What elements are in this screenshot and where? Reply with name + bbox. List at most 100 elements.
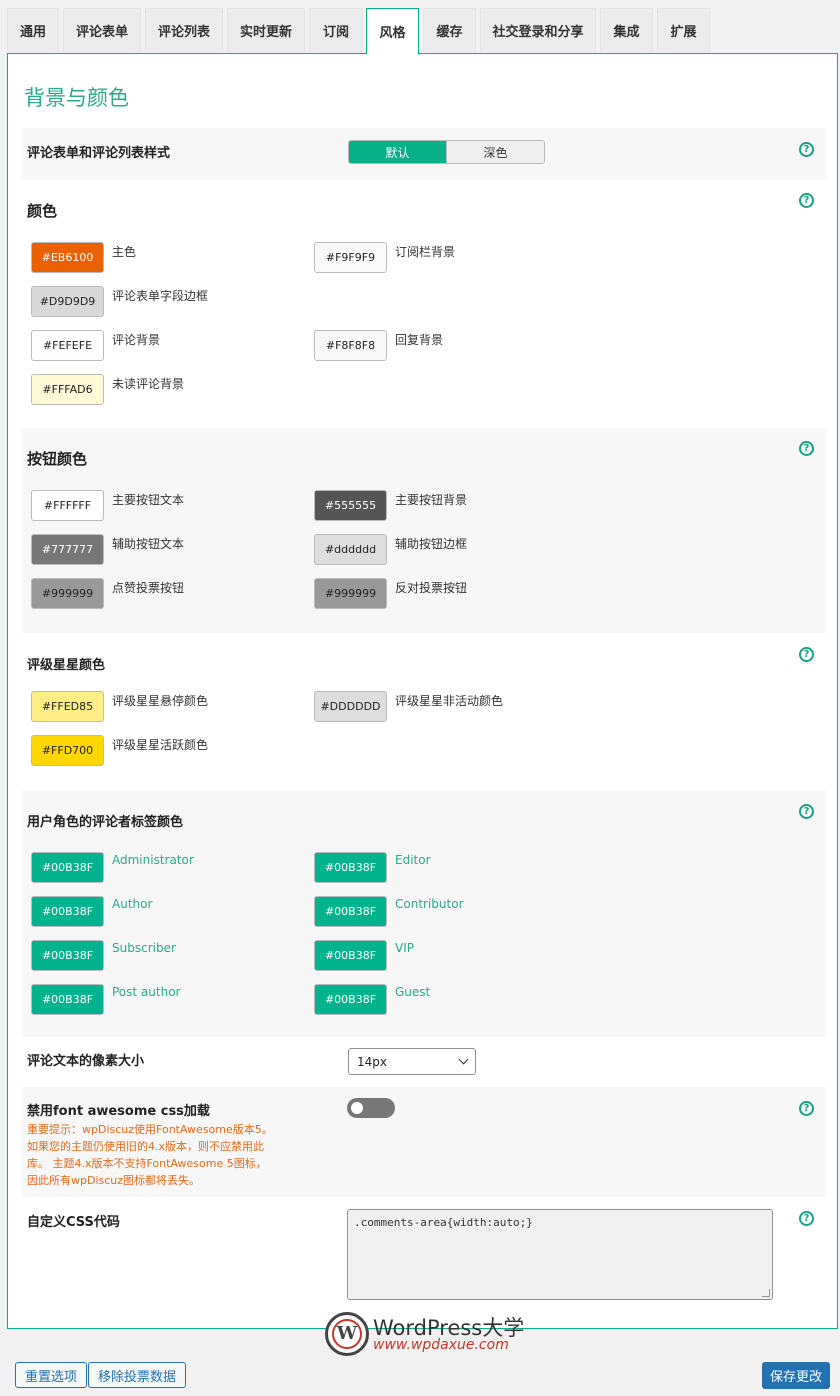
- color-swatch[interactable]: #00B38F: [31, 896, 104, 927]
- help-icon[interactable]: ?: [799, 1211, 814, 1226]
- settings-panel: 背景与颜色 评论表单和评论列表样式 默认 深色 ? 颜色 ? #EB6100 主色…: [7, 53, 838, 1329]
- font-size-select[interactable]: 14px: [348, 1048, 476, 1075]
- tab-addons[interactable]: 扩展: [657, 8, 710, 52]
- color-label: 回复背景: [395, 333, 444, 347]
- color-label: Contributor: [395, 897, 464, 911]
- tab-integration[interactable]: 集成: [600, 8, 653, 52]
- color-swatch[interactable]: #999999: [314, 578, 387, 609]
- font-size-value: 14px: [357, 1054, 387, 1069]
- color-swatch[interactable]: #555555: [314, 490, 387, 521]
- color-swatch[interactable]: #00B38F: [314, 940, 387, 971]
- tab-subscription[interactable]: 订阅: [309, 8, 363, 52]
- colors-title: 颜色: [27, 202, 58, 220]
- toggle-knob: [351, 1102, 363, 1114]
- font-size-section: 评论文本的像素大小 14px: [22, 1037, 826, 1087]
- star-colors-section: 评级星星颜色 ? #FFED85 评级星星悬停颜色 #DDDDDD 评级星星非活动颜色…: [22, 633, 826, 790]
- style-label: 评论表单和评论列表样式: [27, 146, 171, 161]
- settings-tabs: 通用 评论表单 评论列表 实时更新 订阅 风格 缓存 社交登录和分享 集成 扩展: [7, 8, 840, 55]
- color-label: Post author: [112, 985, 181, 999]
- color-swatch[interactable]: #00B38F: [31, 852, 104, 883]
- button-colors-title: 按钮颜色: [27, 450, 88, 468]
- custom-css-label: 自定义CSS代码: [27, 1215, 120, 1230]
- color-swatch[interactable]: #FFED85: [31, 691, 104, 722]
- color-swatch[interactable]: #FFD700: [31, 735, 104, 766]
- colors-section: 颜色 ? #EB6100 主色 #F9F9F9 订阅栏背景 #D9D9D9 评论表单字段边…: [22, 180, 826, 428]
- style-section: 评论表单和评论列表样式 默认 深色 ?: [22, 128, 826, 180]
- help-icon[interactable]: ?: [799, 804, 814, 819]
- color-label: 辅助按钮边框: [395, 537, 468, 551]
- color-swatch[interactable]: #00B38F: [314, 896, 387, 927]
- button-colors-section: 按钮颜色 ? #FFFFFF 主要按钮文本 #555555 主要按钮背景 #777777…: [22, 428, 826, 633]
- font-awesome-toggle[interactable]: [347, 1098, 395, 1118]
- color-swatch[interactable]: #FFFFFF: [31, 490, 104, 521]
- custom-css-textarea[interactable]: .comments-area{width:auto;}: [347, 1209, 773, 1300]
- role-colors-section: 用户角色的评论者标签颜色 ? #00B38F Administrator #00B3…: [22, 790, 826, 1037]
- color-swatch[interactable]: #00B38F: [31, 984, 104, 1015]
- help-icon[interactable]: ?: [799, 441, 814, 456]
- color-label: 订阅栏背景: [395, 245, 456, 259]
- style-toggle: 默认 深色: [348, 140, 545, 164]
- tab-styling[interactable]: 风格: [366, 8, 419, 55]
- color-label: 辅助按钮文本: [112, 537, 185, 551]
- tab-cache[interactable]: 缓存: [423, 8, 476, 52]
- color-label: 评级星星悬停颜色: [112, 694, 209, 708]
- chevron-down-icon: [458, 1054, 469, 1065]
- color-swatch[interactable]: #777777: [31, 534, 104, 565]
- help-icon[interactable]: ?: [799, 647, 814, 662]
- reset-options-button[interactable]: 重置选项: [15, 1362, 88, 1388]
- star-colors-title: 评级星星颜色: [27, 658, 106, 673]
- color-label: 未读评论背景: [112, 377, 185, 391]
- color-swatch[interactable]: #999999: [31, 578, 104, 609]
- wordpress-logo-icon: W: [325, 1312, 369, 1356]
- color-label: 评论表单字段边框: [112, 289, 209, 303]
- font-awesome-label: 禁用font awesome css加载: [27, 1104, 210, 1119]
- logo-letter: W: [332, 1319, 362, 1349]
- color-swatch[interactable]: #F8F8F8: [314, 330, 387, 361]
- role-colors-title: 用户角色的评论者标签颜色: [27, 815, 184, 830]
- color-label: 反对投票按钮: [395, 581, 468, 595]
- help-icon[interactable]: ?: [799, 193, 814, 208]
- color-label: VIP: [395, 941, 414, 955]
- color-label: 点赞投票按钮: [112, 581, 185, 595]
- help-icon[interactable]: ?: [799, 142, 814, 157]
- tab-live-update[interactable]: 实时更新: [227, 8, 305, 52]
- style-option-dark[interactable]: 深色: [446, 141, 544, 163]
- tab-comment-form[interactable]: 评论表单: [63, 8, 141, 52]
- help-icon[interactable]: ?: [799, 1101, 814, 1116]
- color-swatch[interactable]: #00B38F: [31, 940, 104, 971]
- color-label: 主要按钮文本: [112, 493, 185, 507]
- color-swatch[interactable]: #F9F9F9: [314, 242, 387, 273]
- color-swatch[interactable]: #00B38F: [314, 984, 387, 1015]
- style-option-default[interactable]: 默认: [349, 141, 446, 163]
- color-label: Editor: [395, 853, 431, 867]
- color-swatch[interactable]: #FFFAD6: [31, 374, 104, 405]
- color-swatch[interactable]: #00B38F: [314, 852, 387, 883]
- save-changes-button[interactable]: 保存更改: [762, 1362, 830, 1389]
- custom-css-section: 自定义CSS代码 .comments-area{width:auto;} ?: [22, 1197, 826, 1314]
- color-swatch[interactable]: #EB6100: [31, 242, 104, 273]
- color-swatch[interactable]: #dddddd: [314, 534, 387, 565]
- color-label: Administrator: [112, 853, 194, 867]
- color-swatch[interactable]: #FEFEFE: [31, 330, 104, 361]
- tab-social-login[interactable]: 社交登录和分享: [480, 8, 596, 52]
- color-swatch[interactable]: #DDDDDD: [314, 691, 387, 722]
- color-label: 主要按钮背景: [395, 493, 468, 507]
- font-awesome-warning: 重要提示：wpDiscuz使用FontAwesome版本5。如果您的主题仍使用旧…: [27, 1123, 273, 1187]
- color-label: 评级星星活跃颜色: [112, 738, 209, 752]
- font-awesome-section: 禁用font awesome css加载 重要提示：wpDiscuz使用Font…: [22, 1087, 826, 1197]
- color-label: Author: [112, 897, 153, 911]
- color-label: 评级星星非活动颜色: [395, 694, 504, 708]
- tab-comment-list[interactable]: 评论列表: [145, 8, 223, 52]
- tab-general[interactable]: 通用: [7, 8, 59, 52]
- color-swatch[interactable]: #D9D9D9: [31, 286, 104, 317]
- color-label: Guest: [395, 985, 431, 999]
- resize-handle[interactable]: [762, 1289, 770, 1297]
- remove-votes-button[interactable]: 移除投票数据: [88, 1362, 187, 1388]
- color-label: Subscriber: [112, 941, 176, 955]
- page-title: 背景与颜色: [24, 86, 129, 110]
- custom-css-value: .comments-area{width:auto;}: [354, 1216, 533, 1229]
- font-size-label: 评论文本的像素大小: [27, 1054, 145, 1069]
- color-label: 主色: [112, 245, 137, 259]
- watermark-url: www.wpdaxue.com: [373, 1337, 509, 1353]
- watermark: W WordPress大学 www.wpdaxue.com: [325, 1310, 535, 1358]
